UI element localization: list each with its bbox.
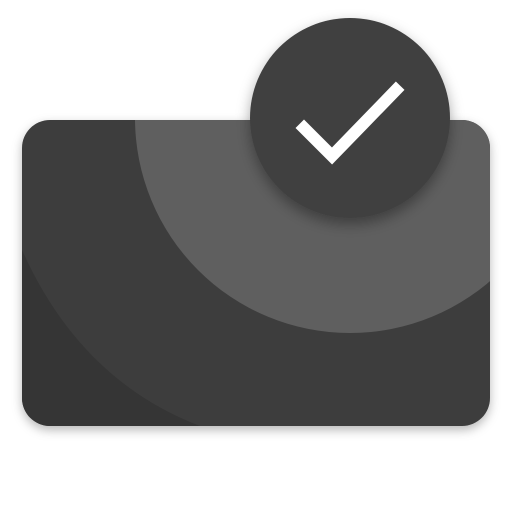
app-icon (0, 0, 512, 512)
card-verified-icon (22, 18, 490, 426)
verified-badge (250, 18, 450, 218)
badge-circle (250, 18, 450, 218)
